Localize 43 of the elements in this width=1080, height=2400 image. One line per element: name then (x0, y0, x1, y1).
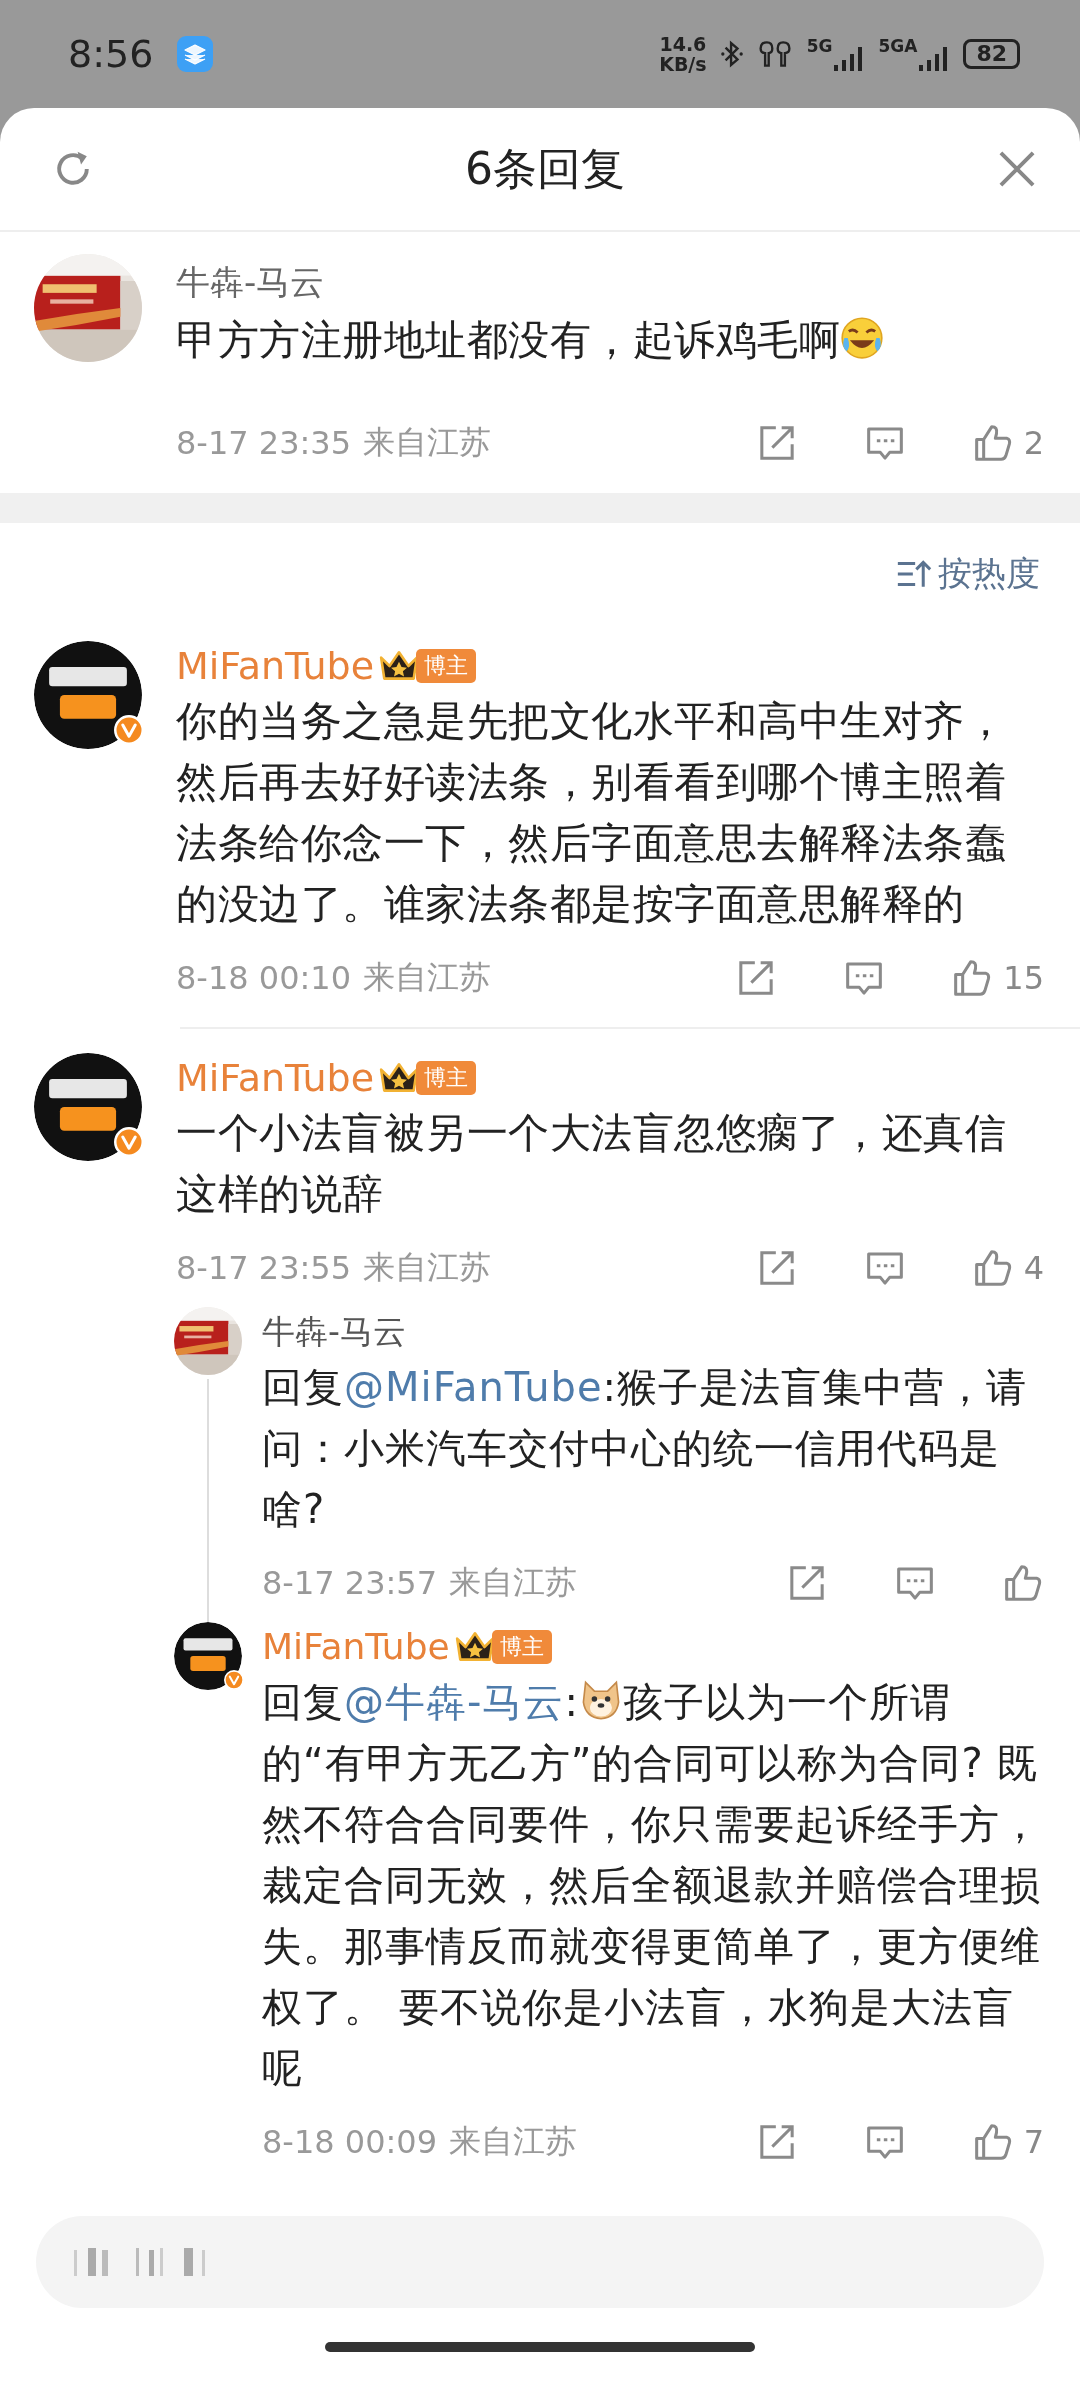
sort-icon (896, 559, 932, 589)
comment-text: 回复@牛犇-马云: 孩子以为一个所谓的“有甲方无乙方”的合同可以称为合同? 既然不符合合同要件，你只需要起诉经手方，裁定合同无效，然后全额退款并赔偿合理损失。那事情反而就变得更简单了，更方便维权了。 要不说你是小法盲，水狗是大法盲呢 (262, 1677, 1042, 2093)
comment-time: 8-17 23:35 (176, 424, 351, 462)
comment-time: 8-18 00:09 (262, 2123, 437, 2161)
comment-location: 来自江苏 (363, 422, 491, 463)
comment-text: 甲方方注册地址都没有，起诉鸡毛啊 (176, 310, 1044, 371)
laughing-face-icon (840, 316, 884, 360)
author-name[interactable]: 牛犇-马云 (176, 262, 1044, 302)
layers-app-icon (177, 36, 214, 72)
thumbs-up-icon (1002, 1562, 1044, 1604)
sheet-title: 6条回复 (465, 141, 625, 196)
clock: 8:56 (68, 32, 154, 76)
sort-button[interactable]: 按热度 (896, 551, 1040, 597)
signal-indicator: 5G (806, 37, 865, 71)
battery-indicator: 82 (963, 39, 1020, 69)
like-button[interactable]: 15 (951, 957, 1044, 999)
comment-time: 8-17 23:57 (262, 1564, 437, 1602)
comment-time: 8-18 00:10 (176, 959, 351, 997)
earbuds-icon (756, 39, 793, 69)
comment-text: 一个小法盲被另一个大法盲忽悠瘸了，还真信这样的说辞 (176, 1108, 1007, 1220)
like-button[interactable]: 4 (971, 1247, 1044, 1289)
like-button[interactable]: 2 (971, 422, 1044, 464)
blogger-badge: 博主 (416, 649, 477, 683)
author-name[interactable]: 牛犇-马云 (262, 1312, 406, 1352)
signal-indicator: 5GA (878, 37, 950, 71)
comment-text: 回复@MiFanTube:猴子是法盲集中营，请问：小米汽车交付中心的统一信用代码是啥? (262, 1363, 1029, 1534)
mention-link[interactable]: @牛犇-马云 (344, 1679, 565, 1725)
comment-location: 来自江苏 (363, 1247, 491, 1288)
blogger-badge: 博主 (491, 1630, 552, 1664)
author-name[interactable]: MiFanTube (262, 1627, 450, 1667)
like-button[interactable] (1002, 1562, 1044, 1604)
like-button[interactable]: 7 (971, 2121, 1044, 2163)
bluetooth-icon (720, 39, 743, 69)
mention-link[interactable]: @MiFanTube (344, 1364, 603, 1410)
author-name[interactable]: MiFanTube (176, 646, 375, 686)
comment-text: 你的当务之急是先把文化水平和高中生对齐，然后再去好好读法条，别看看到哪个博主照着法条给你念一下，然后字面意思去解释法条蠢的没边了。谁家法条都是按字面意思解释的 (176, 696, 1007, 930)
comment-time: 8-17 23:55 (176, 1249, 351, 1287)
comment-location: 来自江苏 (449, 2121, 577, 2162)
author-name[interactable]: MiFanTube (176, 1058, 375, 1098)
network-speed: 14.6 KB/s (659, 34, 707, 74)
comment-location: 来自江苏 (363, 957, 491, 998)
blogger-badge: 博主 (416, 1061, 477, 1095)
comment-location: 来自江苏 (449, 1562, 577, 1603)
